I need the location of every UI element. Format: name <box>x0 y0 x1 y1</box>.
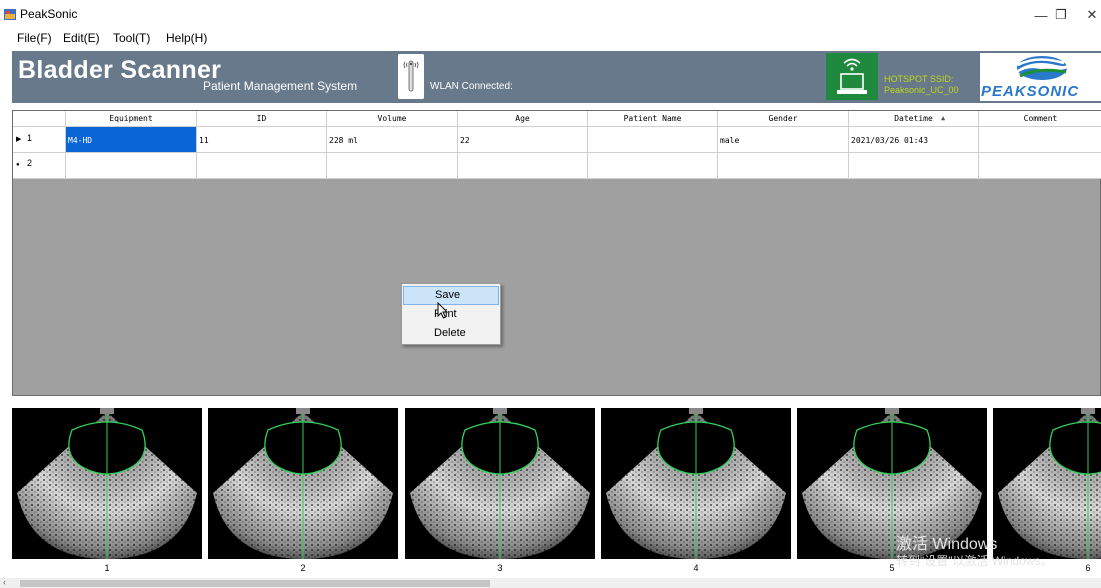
col-header-equipment[interactable]: Equipment <box>66 111 197 127</box>
scroll-left-icon[interactable]: ‹ <box>3 577 6 587</box>
wlan-status: WLAN Connected: <box>430 81 513 92</box>
grid-header: Equipment ID Volume Age Patient Name Gen… <box>13 111 1101 127</box>
thumbnail-label: 3 <box>497 563 503 573</box>
scan-thumbnail[interactable] <box>405 408 595 559</box>
peaksonic-logo: PEAKSONIC <box>980 53 1101 101</box>
activation-watermark-sub: 转到"设置"以激活 Windows。 <box>896 554 1053 568</box>
app-icon <box>4 9 16 20</box>
app-heading: Bladder Scanner <box>18 56 222 84</box>
app-window: PeakSonic — ❐ ✕ File(F) Edit(E) Tool(T) … <box>0 0 1101 588</box>
cell-datetime[interactable]: 2021/03/26 01:43 <box>849 127 979 153</box>
ultrasound-image <box>17 408 197 559</box>
context-save[interactable]: Save <box>403 286 499 305</box>
window-title: PeakSonic <box>20 7 78 21</box>
horizontal-scrollbar[interactable]: ‹ <box>0 577 1101 588</box>
cell-gender[interactable]: male <box>718 127 849 153</box>
ultrasound-image <box>213 408 393 559</box>
hotspot-info: HOTSPOT SSID: Peaksonic_UC_00 <box>884 74 959 96</box>
table-row[interactable]: ● 2 <box>13 153 1101 179</box>
col-header-gender[interactable]: Gender <box>718 111 849 127</box>
col-header-comment[interactable]: Comment <box>979 111 1101 127</box>
menu-file[interactable]: File(F) <box>17 31 52 45</box>
header-banner: Bladder Scanner Patient Management Syste… <box>12 51 1101 103</box>
patient-grid: Equipment ID Volume Age Patient Name Gen… <box>12 110 1101 396</box>
cell-volume[interactable] <box>327 153 458 179</box>
laptop-wifi-icon <box>837 58 867 94</box>
col-header-id[interactable]: ID <box>197 111 327 127</box>
menu-tool[interactable]: Tool(T) <box>113 31 150 45</box>
app-subtitle: Patient Management System <box>203 79 358 93</box>
thumbnail-label: 1 <box>104 563 110 573</box>
cell-id[interactable] <box>197 153 327 179</box>
cell-age[interactable]: 22 <box>458 127 588 153</box>
ultrasound-image <box>606 408 786 559</box>
col-header-datetime[interactable]: Datetime ▲ <box>849 111 979 127</box>
thumbnail-label: 6 <box>1085 563 1091 573</box>
hotspot-ssid: Peaksonic_UC_00 <box>884 85 959 95</box>
scan-thumbnail[interactable] <box>601 408 791 559</box>
context-delete[interactable]: Delete <box>403 324 499 343</box>
cell-comment[interactable] <box>979 153 1101 179</box>
menu-help[interactable]: Help(H) <box>166 31 207 45</box>
row-header[interactable]: ▶ 1 <box>13 127 66 153</box>
new-row-icon: ● <box>16 162 20 168</box>
menu-edit[interactable]: Edit(E) <box>63 31 100 45</box>
col-header-age[interactable]: Age <box>458 111 588 127</box>
row-header[interactable]: ● 2 <box>13 153 66 179</box>
table-row[interactable]: ▶ 1 M4-HD 11 228 ml 22 male 2021/03/26 0… <box>13 127 1101 153</box>
scrollbar-thumb[interactable] <box>20 580 490 587</box>
header-corner <box>13 111 66 127</box>
col-header-volume[interactable]: Volume <box>327 111 458 127</box>
cell-equipment[interactable]: M4-HD <box>66 127 197 153</box>
cell-age[interactable] <box>458 153 588 179</box>
mouse-cursor-icon <box>437 302 449 319</box>
row-number: 1 <box>27 133 33 143</box>
thumbnail-label: 4 <box>693 563 699 573</box>
logo-text: PEAKSONIC <box>981 83 1080 100</box>
context-menu: Save Print Delete <box>401 283 501 345</box>
ultrasound-image <box>998 408 1101 559</box>
title-bar: PeakSonic — ❐ ✕ <box>0 0 1101 30</box>
cell-patient-name[interactable] <box>588 153 718 179</box>
close-button[interactable]: ✕ <box>1072 0 1101 30</box>
sort-ascending-icon: ▲ <box>941 114 946 122</box>
cell-gender[interactable] <box>718 153 849 179</box>
scan-thumbnail[interactable] <box>12 408 202 559</box>
col-header-patient-name[interactable]: Patient Name <box>588 111 718 127</box>
hotspot-panel <box>826 53 878 100</box>
cell-id[interactable]: 11 <box>197 127 327 153</box>
activation-watermark: 激活 Windows <box>896 536 998 553</box>
cell-volume[interactable]: 228 ml <box>327 127 458 153</box>
hotspot-label: HOTSPOT SSID: <box>884 74 954 84</box>
context-print[interactable]: Print <box>403 305 499 324</box>
row-number: 2 <box>27 158 33 168</box>
menu-bar: File(F) Edit(E) Tool(T) Help(H) <box>0 30 1101 48</box>
thumbnail-label: 2 <box>300 563 306 573</box>
scanner-device-icon <box>398 54 424 99</box>
ultrasound-image <box>410 408 590 559</box>
cell-patient-name[interactable] <box>588 127 718 153</box>
scan-thumbnail[interactable] <box>208 408 398 559</box>
cell-datetime[interactable] <box>849 153 979 179</box>
current-row-icon: ▶ <box>16 136 22 143</box>
scan-thumbnail[interactable] <box>993 408 1101 559</box>
cell-comment[interactable] <box>979 127 1101 153</box>
logo-mark-icon <box>1016 56 1068 80</box>
cell-equipment[interactable] <box>66 153 197 179</box>
col-header-datetime-label: Datetime <box>894 114 933 123</box>
